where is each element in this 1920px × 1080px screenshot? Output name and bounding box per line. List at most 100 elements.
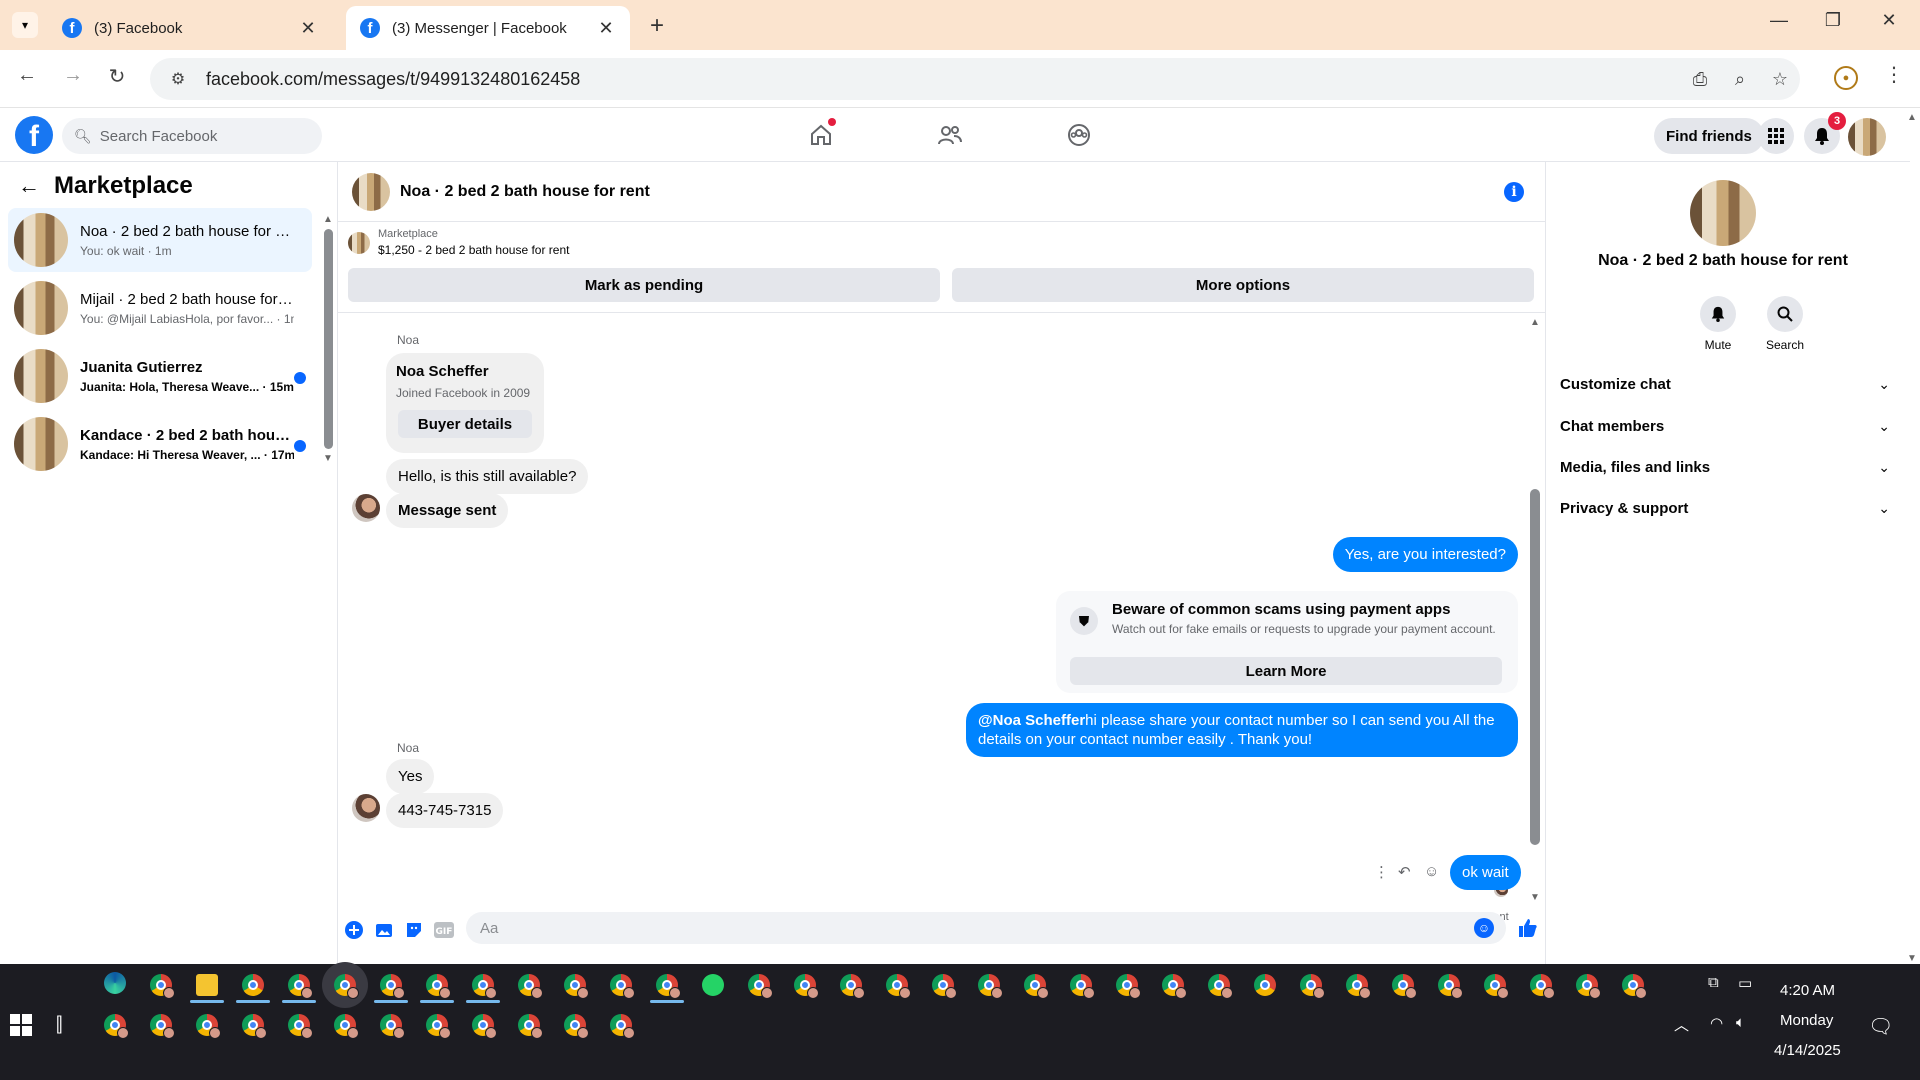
chrome-active-window-icon[interactable] bbox=[334, 974, 359, 999]
forward-button[interactable]: → bbox=[58, 64, 88, 87]
chrome-profile-icon[interactable] bbox=[288, 974, 313, 999]
tab-search-button[interactable]: ▾ bbox=[12, 12, 38, 38]
browser-tab-facebook[interactable]: f (3) Facebook ✕ bbox=[48, 6, 332, 50]
chrome-profile-icon[interactable] bbox=[656, 974, 681, 999]
chrome-profile-icon[interactable] bbox=[334, 1014, 359, 1039]
chrome-profile-icon[interactable] bbox=[1346, 974, 1371, 999]
meet-now-icon[interactable]: ⧉ bbox=[1708, 974, 1719, 991]
chrome-profile-icon[interactable] bbox=[518, 974, 543, 999]
home-nav-icon[interactable] bbox=[806, 118, 836, 150]
details-avatar[interactable] bbox=[1690, 180, 1756, 246]
chrome-profile-icon[interactable] bbox=[564, 974, 589, 999]
conversation-item-mijail[interactable]: Mijail · 2 bed 2 bath house for r... You… bbox=[8, 276, 312, 340]
chrome-profile-icon[interactable] bbox=[1622, 974, 1647, 999]
menu-grid-icon[interactable] bbox=[1758, 118, 1794, 154]
sender-avatar[interactable] bbox=[352, 494, 380, 522]
more-options-button[interactable]: More options bbox=[952, 268, 1534, 302]
chrome-profile-icon[interactable] bbox=[840, 974, 865, 999]
new-tab-button[interactable]: + bbox=[650, 12, 664, 40]
sticker-icon[interactable] bbox=[404, 920, 424, 940]
back-button[interactable]: ← bbox=[12, 64, 42, 87]
learn-more-button[interactable]: Learn More bbox=[1070, 657, 1502, 685]
chrome-profile-icon[interactable] bbox=[150, 1014, 175, 1039]
photo-icon[interactable] bbox=[374, 920, 394, 940]
notifications-bell-icon[interactable]: 3 bbox=[1804, 112, 1846, 154]
chrome-profile-icon[interactable] bbox=[150, 974, 175, 999]
chrome-profile-icon[interactable] bbox=[1070, 974, 1095, 999]
conversation-info-icon[interactable]: i bbox=[1504, 182, 1524, 202]
conversation-list-scrollbar[interactable]: ▲ ▼ bbox=[322, 214, 334, 634]
restore-button[interactable]: ❐ bbox=[1818, 10, 1848, 31]
wifi-icon[interactable]: ◠ bbox=[1710, 1014, 1723, 1032]
groups-nav-icon[interactable] bbox=[1064, 120, 1094, 150]
scrollbar-thumb[interactable] bbox=[1530, 489, 1540, 845]
chat-members-section[interactable]: Chat members ⌄ bbox=[1560, 408, 1890, 444]
scroll-up-arrow-icon[interactable]: ▲ bbox=[322, 214, 334, 225]
tab-close-icon[interactable]: ✕ bbox=[596, 18, 616, 39]
clock-day[interactable]: Monday bbox=[1780, 1012, 1833, 1029]
url-text[interactable]: facebook.com/messages/t/9499132480162458 bbox=[206, 69, 1680, 90]
scroll-up-arrow-icon[interactable]: ▲ bbox=[1904, 112, 1920, 123]
friends-nav-icon[interactable] bbox=[935, 120, 965, 150]
emoji-icon[interactable]: ☺ bbox=[1474, 918, 1494, 938]
buyer-details-button[interactable]: Buyer details bbox=[398, 410, 532, 438]
chrome-profile-icon[interactable] bbox=[426, 974, 451, 999]
scrollbar-thumb[interactable] bbox=[323, 229, 333, 449]
install-app-icon[interactable]: ⎙ bbox=[1680, 69, 1720, 90]
chrome-profile-icon[interactable] bbox=[1024, 974, 1049, 999]
message-thread-scrollbar[interactable]: ▲ ▼ bbox=[1528, 313, 1542, 903]
conversation-item-juanita[interactable]: Juanita Gutierrez Juanita: Hola, Theresa… bbox=[8, 344, 312, 408]
omnibox[interactable]: ⚙ facebook.com/messages/t/94991324801624… bbox=[150, 58, 1800, 100]
facebook-logo-icon[interactable]: f bbox=[15, 116, 53, 154]
reply-icon[interactable]: ↶ bbox=[1398, 863, 1411, 881]
chrome-profile-icon[interactable] bbox=[104, 1014, 129, 1039]
chrome-profile-icon[interactable] bbox=[794, 974, 819, 999]
chrome-profile-icon[interactable] bbox=[1530, 974, 1555, 999]
chrome-profile-icon[interactable] bbox=[380, 974, 405, 999]
chrome-profile-icon[interactable] bbox=[610, 1014, 635, 1039]
react-icon[interactable]: ☺ bbox=[1424, 863, 1439, 880]
chrome-profile-icon[interactable] bbox=[886, 974, 911, 999]
chrome-profile-icon[interactable] bbox=[610, 974, 635, 999]
chrome-profile-icon[interactable] bbox=[196, 1014, 221, 1039]
facebook-search-input[interactable]: 🔍︎ Search Facebook bbox=[62, 118, 322, 154]
chrome-profile-icon[interactable] bbox=[748, 974, 773, 999]
gif-icon[interactable]: GIF bbox=[434, 920, 454, 940]
chrome-profile-icon[interactable] bbox=[426, 1014, 451, 1039]
message-input[interactable]: Aa ☺ bbox=[466, 912, 1506, 944]
chrome-profile-icon[interactable] bbox=[564, 1014, 589, 1039]
chrome-profile-icon[interactable] bbox=[1162, 974, 1187, 999]
battery-icon[interactable]: ▭ bbox=[1738, 974, 1752, 992]
chrome-icon[interactable] bbox=[242, 974, 264, 996]
clock-time[interactable]: 4:20 AM bbox=[1780, 982, 1835, 999]
chrome-profile-icon[interactable] bbox=[1392, 974, 1417, 999]
site-info-icon[interactable]: ⚙ bbox=[158, 69, 198, 89]
search-in-conversation-button[interactable]: Search bbox=[1755, 296, 1815, 352]
tab-close-icon[interactable]: ✕ bbox=[298, 18, 318, 39]
back-arrow-icon[interactable]: ← bbox=[18, 173, 40, 199]
scroll-down-arrow-icon[interactable]: ▼ bbox=[1528, 892, 1542, 903]
edge-browser-icon[interactable] bbox=[104, 972, 126, 994]
chrome-icon[interactable] bbox=[1254, 974, 1276, 996]
customize-chat-section[interactable]: Customize chat ⌄ bbox=[1560, 366, 1890, 402]
scroll-down-arrow-icon[interactable]: ▼ bbox=[1904, 953, 1920, 964]
privacy-support-section[interactable]: Privacy & support ⌄ bbox=[1560, 490, 1890, 526]
chrome-profile-icon[interactable] bbox=[380, 1014, 405, 1039]
show-hidden-icons-chevron-icon[interactable]: ︿ bbox=[1674, 1014, 1689, 1035]
chrome-profile-icon[interactable] bbox=[472, 1014, 497, 1039]
browser-tab-messenger[interactable]: f (3) Messenger | Facebook ✕ bbox=[346, 6, 630, 50]
plus-icon[interactable] bbox=[344, 920, 364, 940]
task-view-icon[interactable]: ⫿ bbox=[56, 1014, 62, 1037]
chrome-profile-icon[interactable] bbox=[1576, 974, 1601, 999]
find-friends-button[interactable]: Find friends bbox=[1654, 118, 1764, 154]
volume-icon[interactable]: 🔈︎ bbox=[1736, 1014, 1745, 1031]
bookmark-star-icon[interactable]: ☆ bbox=[1760, 69, 1800, 90]
chrome-profile-icon[interactable] bbox=[1208, 974, 1233, 999]
chrome-profile-icon[interactable] bbox=[242, 1014, 267, 1039]
minimize-button[interactable]: — bbox=[1764, 10, 1794, 31]
thumbs-up-like-icon[interactable] bbox=[1518, 918, 1538, 944]
chrome-profile-icon[interactable] bbox=[1116, 974, 1141, 999]
mute-button[interactable]: Mute bbox=[1688, 296, 1748, 352]
more-actions-icon[interactable]: ⋮ bbox=[1374, 863, 1389, 881]
conversation-item-noa[interactable]: Noa · 2 bed 2 bath house for rent You: o… bbox=[8, 208, 312, 272]
